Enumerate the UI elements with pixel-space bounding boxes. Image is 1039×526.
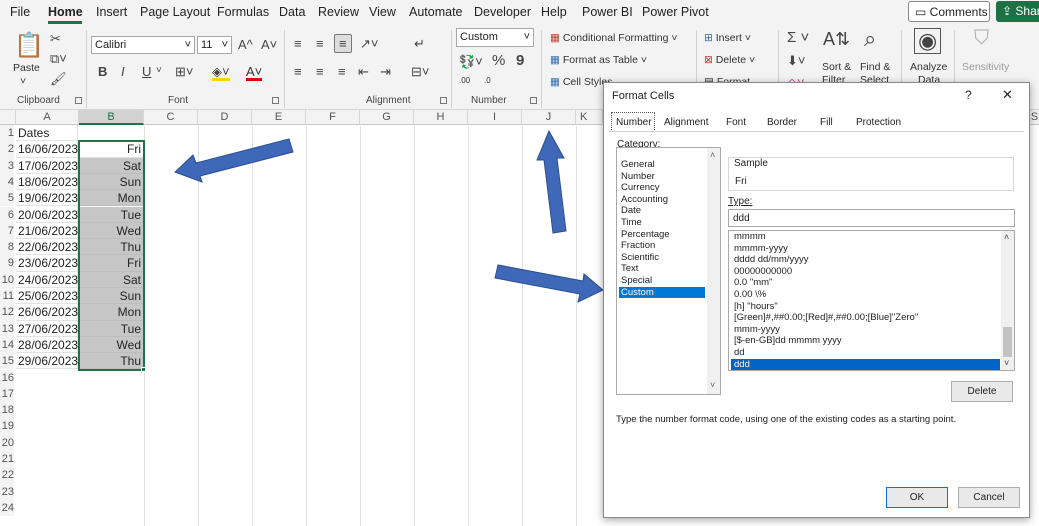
arrow-right xyxy=(494,264,604,303)
type-input[interactable]: ddd xyxy=(728,209,1015,227)
category-item[interactable]: Fraction xyxy=(619,240,705,252)
arrow-up xyxy=(536,129,567,234)
category-item[interactable]: Scientific xyxy=(619,252,705,264)
tab-protection[interactable]: Protection xyxy=(856,117,901,128)
ok-button[interactable]: OK xyxy=(886,487,948,508)
scroll-down-icon[interactable]: ˅ xyxy=(1004,358,1009,368)
tab-number[interactable]: Number xyxy=(616,117,652,128)
type-item[interactable]: [h] "hours" xyxy=(731,301,1000,313)
excel-window: File Home Insert Page Layout Formulas Da… xyxy=(0,0,1039,526)
category-list[interactable]: General Number Currency Accounting Date … xyxy=(616,147,721,395)
hint-text: Type the number format code, using one o… xyxy=(616,414,957,425)
type-label: Type: xyxy=(728,196,753,207)
category-item[interactable]: Currency xyxy=(619,182,705,194)
cancel-label: Cancel xyxy=(973,492,1005,503)
cancel-button[interactable]: Cancel xyxy=(958,487,1020,508)
scroll-up-icon[interactable]: ˄ xyxy=(710,150,715,160)
category-item[interactable]: Accounting xyxy=(619,194,705,206)
type-item[interactable]: dddd dd/mm/yyyy xyxy=(731,254,1000,266)
category-item[interactable]: Time xyxy=(619,217,705,229)
tab-font[interactable]: Font xyxy=(726,117,746,128)
category-item[interactable]: Date xyxy=(619,205,705,217)
category-item[interactable]: Number xyxy=(619,171,705,183)
tab-border[interactable]: Border xyxy=(767,117,797,128)
type-item[interactable]: dd xyxy=(731,347,1000,359)
type-item[interactable]: mmmm xyxy=(731,231,1000,243)
type-item[interactable]: 00000000000 xyxy=(731,266,1000,278)
sample-box xyxy=(728,157,1014,191)
category-item-selected[interactable]: Custom xyxy=(619,286,705,299)
delete-button[interactable]: Delete xyxy=(951,381,1013,402)
type-item[interactable]: [Green]#,##0.00;[Red]#,##0.00;[Blue]"Zer… xyxy=(731,312,1000,324)
close-icon[interactable]: ✕ xyxy=(1002,87,1013,103)
type-item[interactable]: mmm-yyyy xyxy=(731,324,1000,336)
category-item[interactable]: Percentage xyxy=(619,229,705,241)
help-icon[interactable]: ? xyxy=(965,88,972,102)
arrow-left xyxy=(174,138,294,183)
dialog-title: Format Cells xyxy=(612,90,675,102)
type-scrollbar[interactable]: ˄ ˅ xyxy=(1001,231,1014,370)
type-item[interactable]: 0.0 "mm" xyxy=(731,277,1000,289)
category-item[interactable]: General xyxy=(619,159,705,171)
sample-value: Fri xyxy=(735,176,747,187)
type-item[interactable]: 0.00 \% xyxy=(731,289,1000,301)
category-item[interactable]: Special xyxy=(619,275,705,287)
category-scrollbar[interactable]: ˄ ˅ xyxy=(707,148,720,394)
scroll-up-icon[interactable]: ˄ xyxy=(1004,232,1009,242)
delete-label: Delete xyxy=(967,386,997,397)
category-item[interactable]: Text xyxy=(619,263,705,275)
type-item-selected[interactable]: ddd xyxy=(731,358,1000,370)
scroll-down-icon[interactable]: ˅ xyxy=(710,380,715,390)
type-list[interactable]: mmmm mmmm-yyyy dddd dd/mm/yyyy 000000000… xyxy=(728,230,1015,371)
type-item[interactable]: mmmm-yyyy xyxy=(731,243,1000,255)
format-cells-dialog: Format Cells ? ✕ Number Alignment Font B… xyxy=(603,82,1030,518)
ok-label: OK xyxy=(909,492,925,503)
tab-fill[interactable]: Fill xyxy=(820,117,833,128)
type-item[interactable]: [$-en-GB]dd mmmm yyyy xyxy=(731,335,1000,347)
scroll-thumb[interactable] xyxy=(1003,327,1012,357)
tab-alignment[interactable]: Alignment xyxy=(664,117,708,128)
sample-label: Sample xyxy=(734,158,768,169)
tab-divider xyxy=(609,131,1024,132)
